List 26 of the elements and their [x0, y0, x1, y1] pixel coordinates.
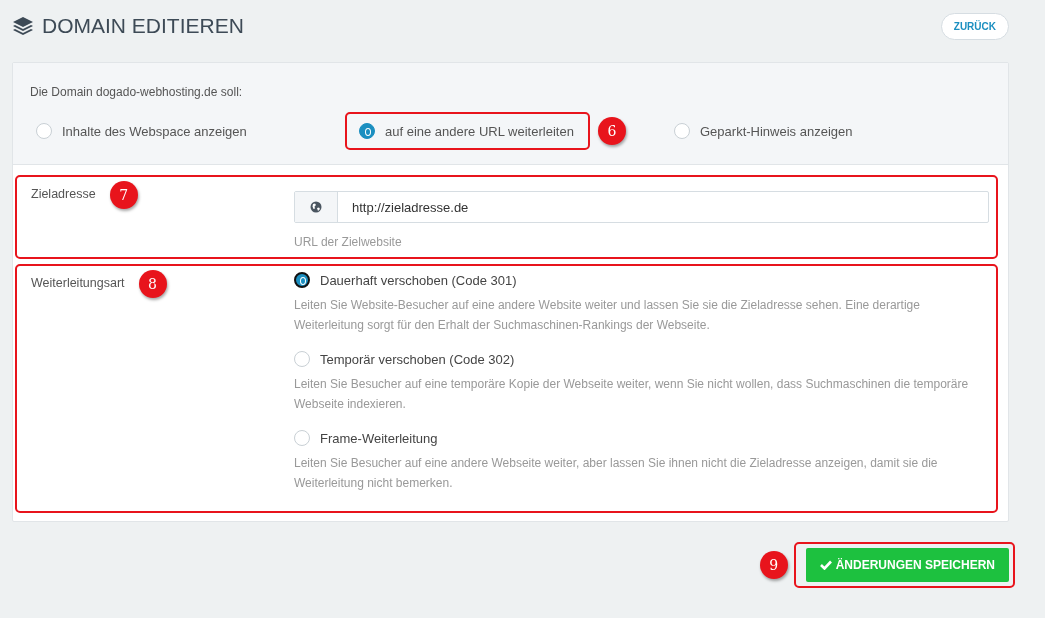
field-hint: URL der Zielwebsite [294, 235, 403, 249]
radio-button[interactable] [359, 123, 375, 139]
save-button[interactable]: ÄNDERUNGEN SPEICHERN [805, 548, 1009, 582]
check-icon [819, 560, 832, 570]
option-label: Geparkt-Hinweis anzeigen [700, 123, 853, 139]
option-label: Frame-Weiterleitung [320, 430, 438, 446]
number-marker: 9 [759, 551, 788, 579]
radio-button[interactable] [294, 272, 310, 288]
option-label: auf eine andere URL weiterleiten [385, 123, 574, 139]
field-label: Weiterleitungsart [31, 276, 125, 290]
option-label: Dauerhaft verschoben (Code 301) [320, 272, 517, 288]
option-description: Leiten Sie Besucher auf eine andere Webseite weiter, aber lassen Sie ihnen nicht die Zieladresse anzeigen, damit sie die Weiterleitung nicht bemerken. [294, 455, 939, 492]
globe-icon [310, 201, 322, 213]
option-label: Temporär verschoben (Code 302) [320, 351, 515, 367]
option-description: Leiten Sie Besucher auf eine temporäre Kopie der Webseite weiter, wenn Sie nicht wollen, dass Suchmaschinen die temporäre Webseite indexieren. [294, 376, 970, 413]
back-button[interactable]: ZURÜCK [940, 12, 1009, 40]
number-marker: 8 [138, 270, 167, 298]
domain-prompt: Die Domain dogado-webhosting.de soll: [30, 85, 244, 99]
number-marker: 6 [597, 117, 626, 145]
layers-icon [12, 16, 34, 36]
field-label: Zieladresse [31, 187, 96, 201]
option-label: Inhalte des Webspace anzeigen [62, 123, 247, 139]
option-description: Leiten Sie Website-Besucher auf eine andere Website weiter und lassen Sie sie die Zieladresse sehen. Eine derartige Weiterleitung sorgt für den Erhalt der Suchmaschinen-Rankings der Webseite. [294, 297, 921, 334]
url-field[interactable]: http://zieladresse.de [294, 191, 989, 223]
number-marker: 7 [109, 181, 138, 209]
page-title: DOMAIN EDITIEREN [42, 14, 244, 38]
